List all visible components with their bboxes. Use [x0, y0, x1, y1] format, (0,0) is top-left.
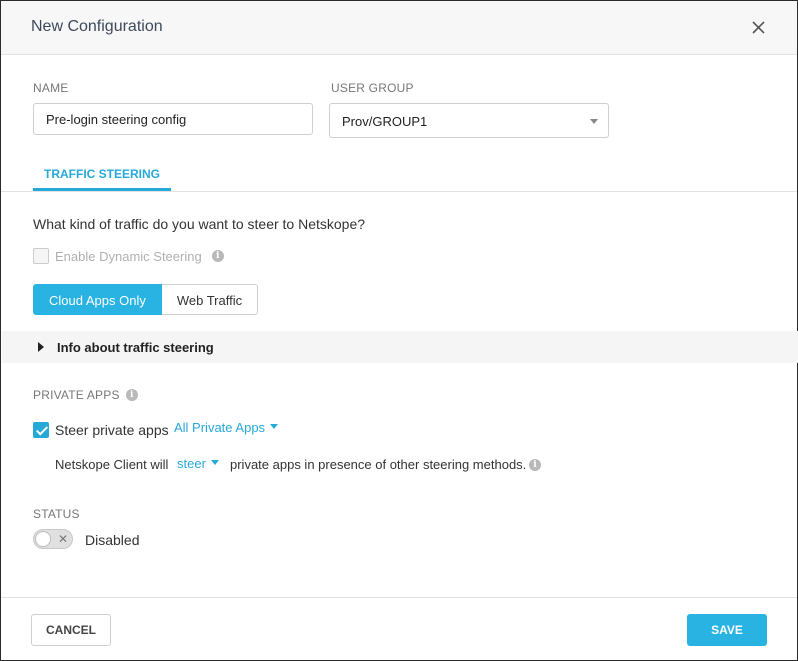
info-icon[interactable]: i	[529, 459, 541, 471]
close-icon	[752, 21, 765, 34]
steer-action-dropdown[interactable]: steer	[177, 456, 219, 471]
traffic-question: What kind of traffic do you want to stee…	[33, 216, 366, 232]
private-apps-header: PRIVATE APPS i	[33, 388, 138, 402]
new-configuration-dialog: New Configuration NAME USER GROUP Prov/G…	[0, 0, 798, 661]
steer-private-apps-checkbox[interactable]	[33, 422, 49, 438]
tab-bar-divider	[1, 191, 797, 192]
info-icon[interactable]: i	[125, 389, 138, 401]
steer-private-apps-label: Steer private apps	[55, 422, 169, 438]
client-prefix-text: Netskope Client will	[55, 457, 169, 472]
user-group-label: USER GROUP	[331, 81, 414, 95]
dynamic-steering-checkbox[interactable]	[33, 248, 49, 264]
x-icon: ✕	[58, 532, 69, 546]
cloud-apps-only-button[interactable]: Cloud Apps Only	[33, 284, 162, 315]
info-traffic-steering-toggle[interactable]: Info about traffic steering	[2, 331, 798, 363]
dynamic-steering-row: Enable Dynamic Steering i	[33, 248, 224, 264]
name-label: NAME	[33, 81, 69, 95]
name-input[interactable]	[33, 103, 313, 135]
steer-private-apps-row: Steer private apps	[33, 422, 169, 438]
traffic-type-segmented: Cloud Apps Only Web Traffic	[33, 284, 259, 315]
user-group-select[interactable]: Prov/GROUP1	[329, 103, 609, 138]
status-label: STATUS	[33, 507, 80, 521]
save-button[interactable]: SAVE	[687, 614, 767, 646]
user-group-value: Prov/GROUP1	[342, 114, 428, 129]
dynamic-steering-label: Enable Dynamic Steering	[55, 248, 202, 264]
tab-traffic-steering[interactable]: TRAFFIC STEERING	[33, 161, 171, 191]
info-icon[interactable]: i	[211, 250, 224, 262]
steer-action-value: steer	[177, 456, 206, 471]
dialog-header: New Configuration	[1, 1, 797, 55]
web-traffic-button[interactable]: Web Traffic	[161, 284, 259, 315]
caret-down-icon	[590, 119, 598, 124]
private-apps-dropdown[interactable]: All Private Apps	[174, 420, 279, 435]
close-button[interactable]	[749, 18, 769, 38]
private-apps-label: PRIVATE APPS	[33, 388, 120, 402]
caret-right-icon	[38, 342, 44, 352]
footer-divider	[1, 597, 797, 598]
private-apps-dropdown-value: All Private Apps	[174, 420, 266, 435]
info-traffic-steering-label: Info about traffic steering	[57, 340, 214, 355]
caret-down-icon	[210, 460, 219, 466]
dialog-title: New Configuration	[31, 18, 163, 35]
status-value: Disabled	[85, 532, 140, 548]
cancel-button[interactable]: CANCEL	[31, 614, 111, 646]
client-suffix-text: private apps in presence of other steeri…	[230, 457, 527, 472]
status-toggle[interactable]: ✕	[33, 529, 73, 549]
toggle-knob	[35, 531, 51, 547]
caret-down-icon	[270, 424, 279, 430]
